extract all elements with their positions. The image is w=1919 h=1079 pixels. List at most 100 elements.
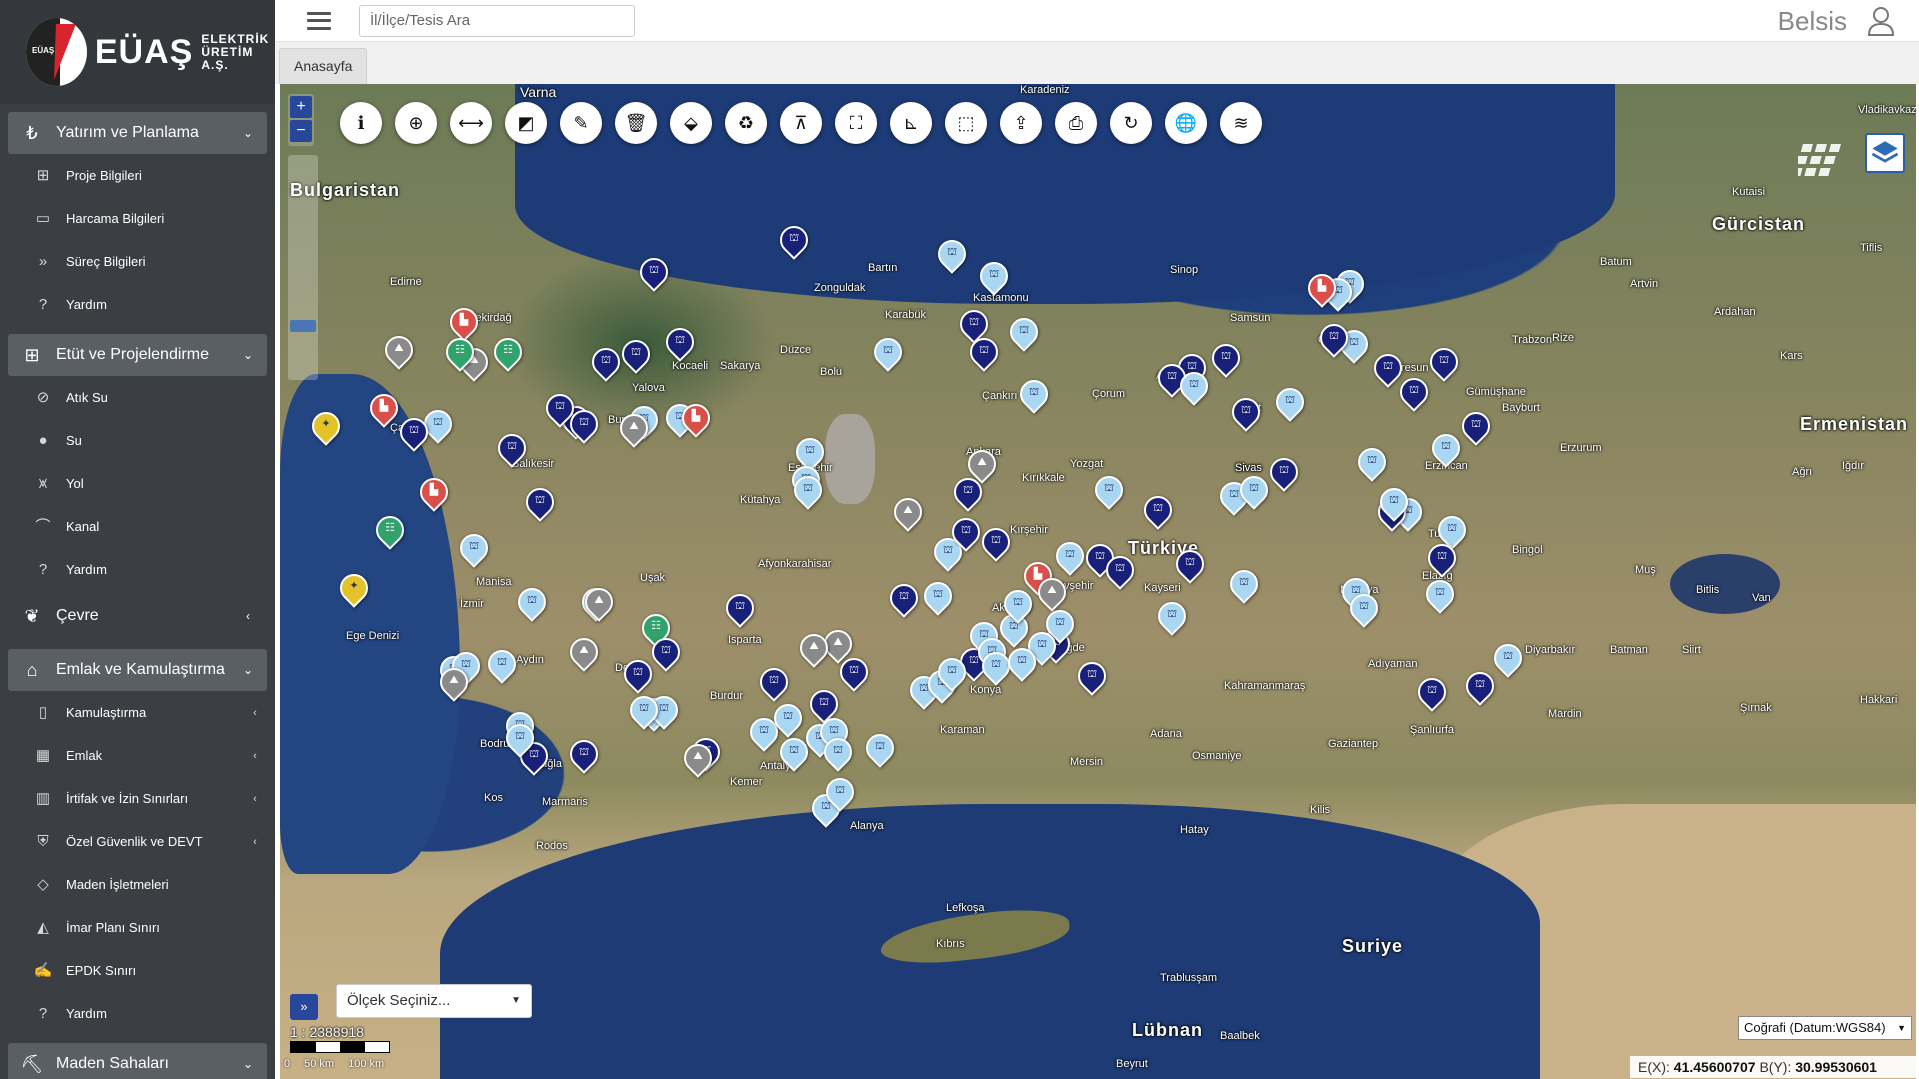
facility-marker[interactable]: ⛫ <box>586 342 626 384</box>
layers-tool-button[interactable]: ≋ <box>1220 102 1262 144</box>
facility-marker[interactable]: ⛰ <box>564 632 604 674</box>
facility-marker[interactable]: ⛫ <box>768 698 808 740</box>
hamburger-menu-icon[interactable] <box>307 11 331 30</box>
fullscreen-tool-button[interactable]: ⛶ <box>835 102 877 144</box>
facility-marker[interactable]: ⛫ <box>1456 406 1496 448</box>
facility-marker[interactable]: ⛫ <box>1460 666 1500 708</box>
facility-marker[interactable]: ⛫ <box>976 646 1016 688</box>
sidebar-section-1[interactable]: ⊞ Etüt ve Projelendirme ⌄ <box>8 334 267 376</box>
facility-marker[interactable]: ⛰ <box>888 492 928 534</box>
sidebar-item-3-1[interactable]: ▦ Emlak ‹ <box>0 734 275 777</box>
refresh-tool-button[interactable]: ↻ <box>1110 102 1152 144</box>
facility-marker[interactable]: ⛫ <box>616 334 656 376</box>
delete-tool-button[interactable]: 🗑 <box>615 102 657 144</box>
facility-marker[interactable]: ⛫ <box>418 404 458 446</box>
facility-marker[interactable]: ⛫ <box>1424 342 1464 384</box>
tab-anasayfa[interactable]: Anasayfa <box>279 48 368 84</box>
scale-select[interactable]: Ölçek Seçiniz... ▼ <box>336 984 532 1018</box>
facility-marker[interactable]: ⛫ <box>1264 452 1304 494</box>
facility-marker[interactable]: ⛫ <box>868 332 908 374</box>
facility-marker[interactable]: ⛫ <box>820 772 860 814</box>
sidebar-section-2[interactable]: ❦ Çevre ‹ <box>8 595 267 637</box>
recycle-tool-button[interactable]: ♻ <box>725 102 767 144</box>
print-tool-button[interactable]: ⎙ <box>1055 102 1097 144</box>
facility-marker[interactable]: ▙ <box>1302 268 1342 310</box>
facility-marker[interactable]: ⛫ <box>1234 470 1274 512</box>
facility-marker[interactable]: ☷ <box>370 510 410 552</box>
facility-marker[interactable]: ⛫ <box>634 252 674 294</box>
facility-marker[interactable]: ⛫ <box>948 472 988 514</box>
sidebar-item-1-3[interactable]: ⌒ Kanal <box>0 505 275 548</box>
edit-tool-button[interactable]: ✎ <box>560 102 602 144</box>
facility-marker[interactable]: ⛫ <box>918 576 958 618</box>
sidebar-item-0-3[interactable]: ? Yardım <box>0 283 275 326</box>
facility-marker[interactable]: ⛫ <box>932 234 972 276</box>
facility-marker[interactable]: ⛫ <box>1100 550 1140 592</box>
zoom-in-button[interactable]: + <box>290 96 312 118</box>
facility-marker[interactable]: ✦ <box>334 568 374 610</box>
facility-marker[interactable]: ⛫ <box>520 482 560 524</box>
facility-marker[interactable]: ⛫ <box>1226 392 1266 434</box>
facility-marker[interactable]: ⛫ <box>946 512 986 554</box>
sidebar-item-1-0[interactable]: ⊘ Atık Su <box>0 376 275 419</box>
facility-marker[interactable]: ⛫ <box>454 528 494 570</box>
facility-marker[interactable]: ⛫ <box>1412 672 1452 714</box>
facility-marker[interactable]: ⛫ <box>1206 338 1246 380</box>
extent-tool-button[interactable]: ⬚ <box>945 102 987 144</box>
facility-marker[interactable]: ⛫ <box>512 582 552 624</box>
facility-marker[interactable]: ⛫ <box>1138 490 1178 532</box>
facility-marker[interactable]: ⛫ <box>774 732 814 774</box>
facility-marker[interactable]: ⛫ <box>482 644 522 686</box>
facility-marker[interactable]: ⛰ <box>434 662 474 704</box>
eraser-tool-button[interactable]: ⬙ <box>670 102 712 144</box>
facility-marker[interactable]: ⛰ <box>1032 572 1072 614</box>
facility-marker[interactable]: ⛫ <box>1170 544 1210 586</box>
facility-marker[interactable]: ⛫ <box>394 412 434 454</box>
sidebar-item-3-7[interactable]: ? Yardım <box>0 992 275 1035</box>
area-tool-button[interactable]: ⊾ <box>890 102 932 144</box>
sidebar-item-3-4[interactable]: ◇ Maden İşletmeleri <box>0 863 275 906</box>
facility-marker[interactable]: ⛫ <box>564 404 604 446</box>
sidebar-item-1-2[interactable]: ⩙ Yol <box>0 462 275 505</box>
facility-marker[interactable]: ⛫ <box>998 584 1038 626</box>
facility-marker[interactable]: ⛫ <box>932 652 972 694</box>
facility-marker[interactable]: ⛫ <box>1174 366 1214 408</box>
facility-marker[interactable]: ⛫ <box>818 732 858 774</box>
facility-marker[interactable]: ⛫ <box>1352 442 1392 484</box>
crs-select[interactable]: Coğrafi (Datum:WGS84) ▼ <box>1738 1016 1912 1040</box>
facility-marker[interactable]: ⛫ <box>564 734 604 776</box>
facility-marker[interactable]: ⛫ <box>1072 656 1112 698</box>
search-input[interactable] <box>359 4 635 37</box>
facility-marker[interactable]: ⛫ <box>754 662 794 704</box>
facility-marker[interactable]: ⛫ <box>492 428 532 470</box>
expand-panel-button[interactable]: » <box>290 994 318 1020</box>
facility-marker[interactable]: ⛫ <box>1002 642 1042 684</box>
facility-marker[interactable]: ⛫ <box>1426 428 1466 470</box>
facility-marker[interactable]: ⛫ <box>618 654 658 696</box>
facility-marker[interactable]: ⛫ <box>884 578 924 620</box>
facility-marker[interactable]: ⛰ <box>614 408 654 450</box>
sidebar-item-3-0[interactable]: ▯ Kamulaştırma ‹ <box>0 691 275 734</box>
draw-polygon-tool-button[interactable]: ◩ <box>505 102 547 144</box>
facility-marker[interactable]: ⛫ <box>1488 638 1528 680</box>
sidebar-item-1-1[interactable]: ● Su <box>0 419 275 462</box>
facility-marker[interactable]: ⛫ <box>624 690 664 732</box>
add-point-tool-button[interactable]: ⊕ <box>395 102 437 144</box>
facility-marker[interactable]: ✦ <box>306 406 346 448</box>
facility-marker[interactable]: ⛫ <box>1014 374 1054 416</box>
facility-marker[interactable]: ⛫ <box>1374 482 1414 524</box>
facility-marker[interactable]: ⛰ <box>794 628 834 670</box>
facility-marker[interactable]: ⛫ <box>1422 538 1462 580</box>
facility-marker[interactable]: ⛫ <box>1004 312 1044 354</box>
measure-line-tool-button[interactable]: ⟷ <box>450 102 492 144</box>
sidebar-item-3-5[interactable]: ◭ İmar Planı Sınırı <box>0 906 275 949</box>
map-view[interactable]: Bulgaristan Gürcistan Ermenistan Suriye Türk… <box>280 84 1916 1079</box>
facility-marker[interactable]: ⛫ <box>1394 372 1434 414</box>
facility-marker[interactable]: ⛫ <box>1152 596 1192 638</box>
sidebar-item-0-1[interactable]: ▭ Harcama Bilgileri <box>0 197 275 240</box>
facility-marker[interactable]: ⛫ <box>1344 588 1384 630</box>
sidebar-item-3-6[interactable]: ✍ EPDK Sınırı <box>0 949 275 992</box>
grid-view-icon[interactable] <box>1798 140 1848 180</box>
facility-marker[interactable]: ⛫ <box>974 256 1014 298</box>
facility-marker[interactable]: ▙ <box>364 388 404 430</box>
